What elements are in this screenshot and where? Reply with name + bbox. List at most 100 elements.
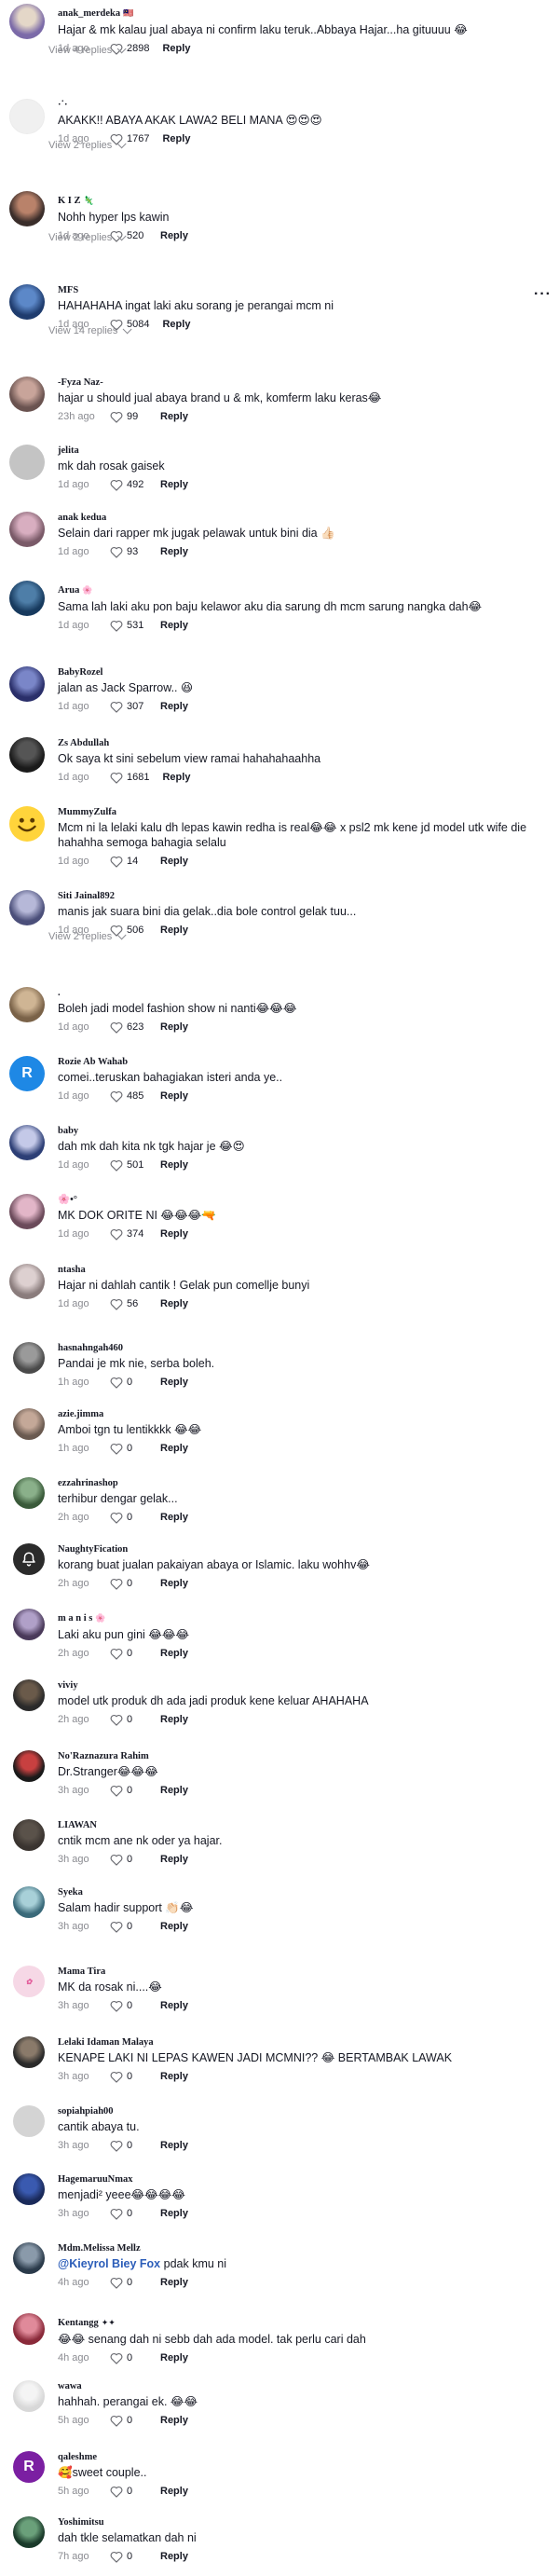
view-replies-button[interactable]: View 4 replies xyxy=(48,43,127,56)
heart-icon[interactable] xyxy=(110,2277,123,2289)
heart-icon[interactable] xyxy=(110,1377,123,1389)
comment-username[interactable]: sopiahpiah00 xyxy=(58,2105,544,2117)
comment-username[interactable]: BabyRozel xyxy=(58,666,544,678)
avatar[interactable] xyxy=(13,1609,45,1640)
reply-button[interactable]: Reply xyxy=(160,2071,188,2082)
avatar[interactable] xyxy=(9,99,45,134)
heart-icon[interactable] xyxy=(110,1785,123,1797)
comment-username[interactable]: MFS xyxy=(58,284,544,296)
heart-icon[interactable] xyxy=(110,2551,123,2563)
avatar[interactable] xyxy=(13,1679,45,1711)
reply-button[interactable]: Reply xyxy=(160,2208,188,2219)
view-replies-button[interactable]: View 2 replies xyxy=(48,230,127,243)
heart-icon[interactable] xyxy=(110,1578,123,1590)
avatar[interactable] xyxy=(9,445,45,480)
heart-icon[interactable] xyxy=(110,1228,123,1240)
avatar[interactable] xyxy=(13,2173,45,2205)
avatar[interactable] xyxy=(13,1886,45,1918)
heart-icon[interactable] xyxy=(110,1298,123,1310)
comment-username[interactable]: Mama Tira xyxy=(58,1966,544,1978)
comment-username[interactable]: Yoshimitsu xyxy=(58,2516,544,2528)
heart-icon[interactable] xyxy=(110,1159,123,1172)
reply-button[interactable]: Reply xyxy=(160,1021,188,1033)
heart-icon[interactable] xyxy=(110,701,123,713)
avatar[interactable] xyxy=(9,1264,45,1299)
comment-username[interactable]: jelita xyxy=(58,445,544,457)
avatar[interactable] xyxy=(9,737,45,773)
avatar[interactable] xyxy=(13,2242,45,2274)
avatar[interactable] xyxy=(9,1125,45,1160)
comment-username[interactable]: K I Z xyxy=(58,195,81,207)
reply-button[interactable]: Reply xyxy=(160,2277,188,2288)
heart-icon[interactable] xyxy=(110,1512,123,1524)
comment-username[interactable]: m a n i s xyxy=(58,1612,92,1624)
comment-username[interactable]: ·˙· xyxy=(58,99,544,111)
comment-username[interactable]: anak_merdeka xyxy=(58,7,120,20)
avatar[interactable] xyxy=(9,4,45,39)
heart-icon[interactable] xyxy=(110,411,123,423)
reply-button[interactable]: Reply xyxy=(160,1785,188,1796)
avatar[interactable] xyxy=(13,2516,45,2548)
comment-username[interactable]: 🌸•° xyxy=(58,1194,544,1206)
reply-button[interactable]: Reply xyxy=(160,546,188,557)
reply-button[interactable]: Reply xyxy=(162,43,190,54)
comment-username[interactable]: anak kedua xyxy=(58,512,544,524)
reply-button[interactable]: Reply xyxy=(160,701,188,712)
reply-button[interactable]: Reply xyxy=(160,1159,188,1171)
reply-button[interactable]: Reply xyxy=(162,319,190,330)
comment-username[interactable]: viviy xyxy=(58,1679,544,1692)
comment-username[interactable]: Rozie Ab Wahab xyxy=(58,1056,544,1068)
reply-button[interactable]: Reply xyxy=(160,620,188,631)
reply-button[interactable]: Reply xyxy=(160,1854,188,1865)
avatar[interactable]: R xyxy=(13,2451,45,2483)
comment-username[interactable]: MummyZulfa xyxy=(58,806,544,818)
heart-icon[interactable] xyxy=(110,1648,123,1660)
comment-username[interactable]: Kentangg xyxy=(58,2317,99,2329)
comment-username[interactable]: ntasha xyxy=(58,1264,544,1276)
reply-button[interactable]: Reply xyxy=(160,1648,188,1659)
reply-button[interactable]: Reply xyxy=(160,2551,188,2562)
avatar[interactable]: R xyxy=(9,1056,45,1091)
reply-button[interactable]: Reply xyxy=(160,2352,188,2364)
heart-icon[interactable] xyxy=(110,1714,123,1726)
heart-icon[interactable] xyxy=(110,2352,123,2364)
reply-button[interactable]: Reply xyxy=(160,1921,188,1932)
comment-username[interactable]: Mdm.Melissa Mellz xyxy=(58,2242,544,2254)
avatar[interactable] xyxy=(13,1408,45,1440)
heart-icon[interactable] xyxy=(110,2415,123,2427)
comment-username[interactable]: Zs Abdullah xyxy=(58,737,544,749)
avatar[interactable] xyxy=(9,377,45,412)
heart-icon[interactable] xyxy=(110,2208,123,2220)
avatar[interactable] xyxy=(9,890,45,925)
comment-username[interactable]: Lelaki Idaman Malaya xyxy=(58,2036,544,2048)
reply-button[interactable]: Reply xyxy=(160,2486,188,2497)
avatar[interactable] xyxy=(9,191,45,226)
heart-icon[interactable] xyxy=(110,1090,123,1103)
avatar[interactable] xyxy=(9,284,45,320)
comment-username[interactable]: No'Raznazura Rahim xyxy=(58,1750,544,1762)
heart-icon[interactable] xyxy=(110,546,123,558)
reply-button[interactable]: Reply xyxy=(162,133,190,144)
reply-button[interactable]: Reply xyxy=(160,411,188,422)
comment-username[interactable]: ezzahrinashop xyxy=(58,1477,544,1489)
reply-button[interactable]: Reply xyxy=(160,856,188,867)
avatar[interactable] xyxy=(13,1750,45,1782)
reply-button[interactable]: Reply xyxy=(160,1377,188,1388)
heart-icon[interactable] xyxy=(110,1443,123,1455)
avatar[interactable] xyxy=(13,1819,45,1851)
reply-button[interactable]: Reply xyxy=(160,1512,188,1523)
reply-button[interactable]: Reply xyxy=(160,479,188,490)
reply-button[interactable]: Reply xyxy=(160,2415,188,2426)
heart-icon[interactable] xyxy=(110,2000,123,2012)
comment-username[interactable]: wawa xyxy=(58,2380,544,2392)
avatar[interactable] xyxy=(13,1477,45,1509)
reply-button[interactable]: Reply xyxy=(162,772,190,783)
reply-button[interactable]: Reply xyxy=(160,2140,188,2151)
heart-icon[interactable] xyxy=(110,1854,123,1866)
reply-button[interactable]: Reply xyxy=(160,1298,188,1309)
view-replies-button[interactable]: View 2 replies xyxy=(48,929,127,942)
avatar[interactable] xyxy=(9,581,45,616)
avatar[interactable] xyxy=(13,1342,45,1374)
reply-button[interactable]: Reply xyxy=(160,925,188,936)
reply-button[interactable]: Reply xyxy=(160,1443,188,1454)
